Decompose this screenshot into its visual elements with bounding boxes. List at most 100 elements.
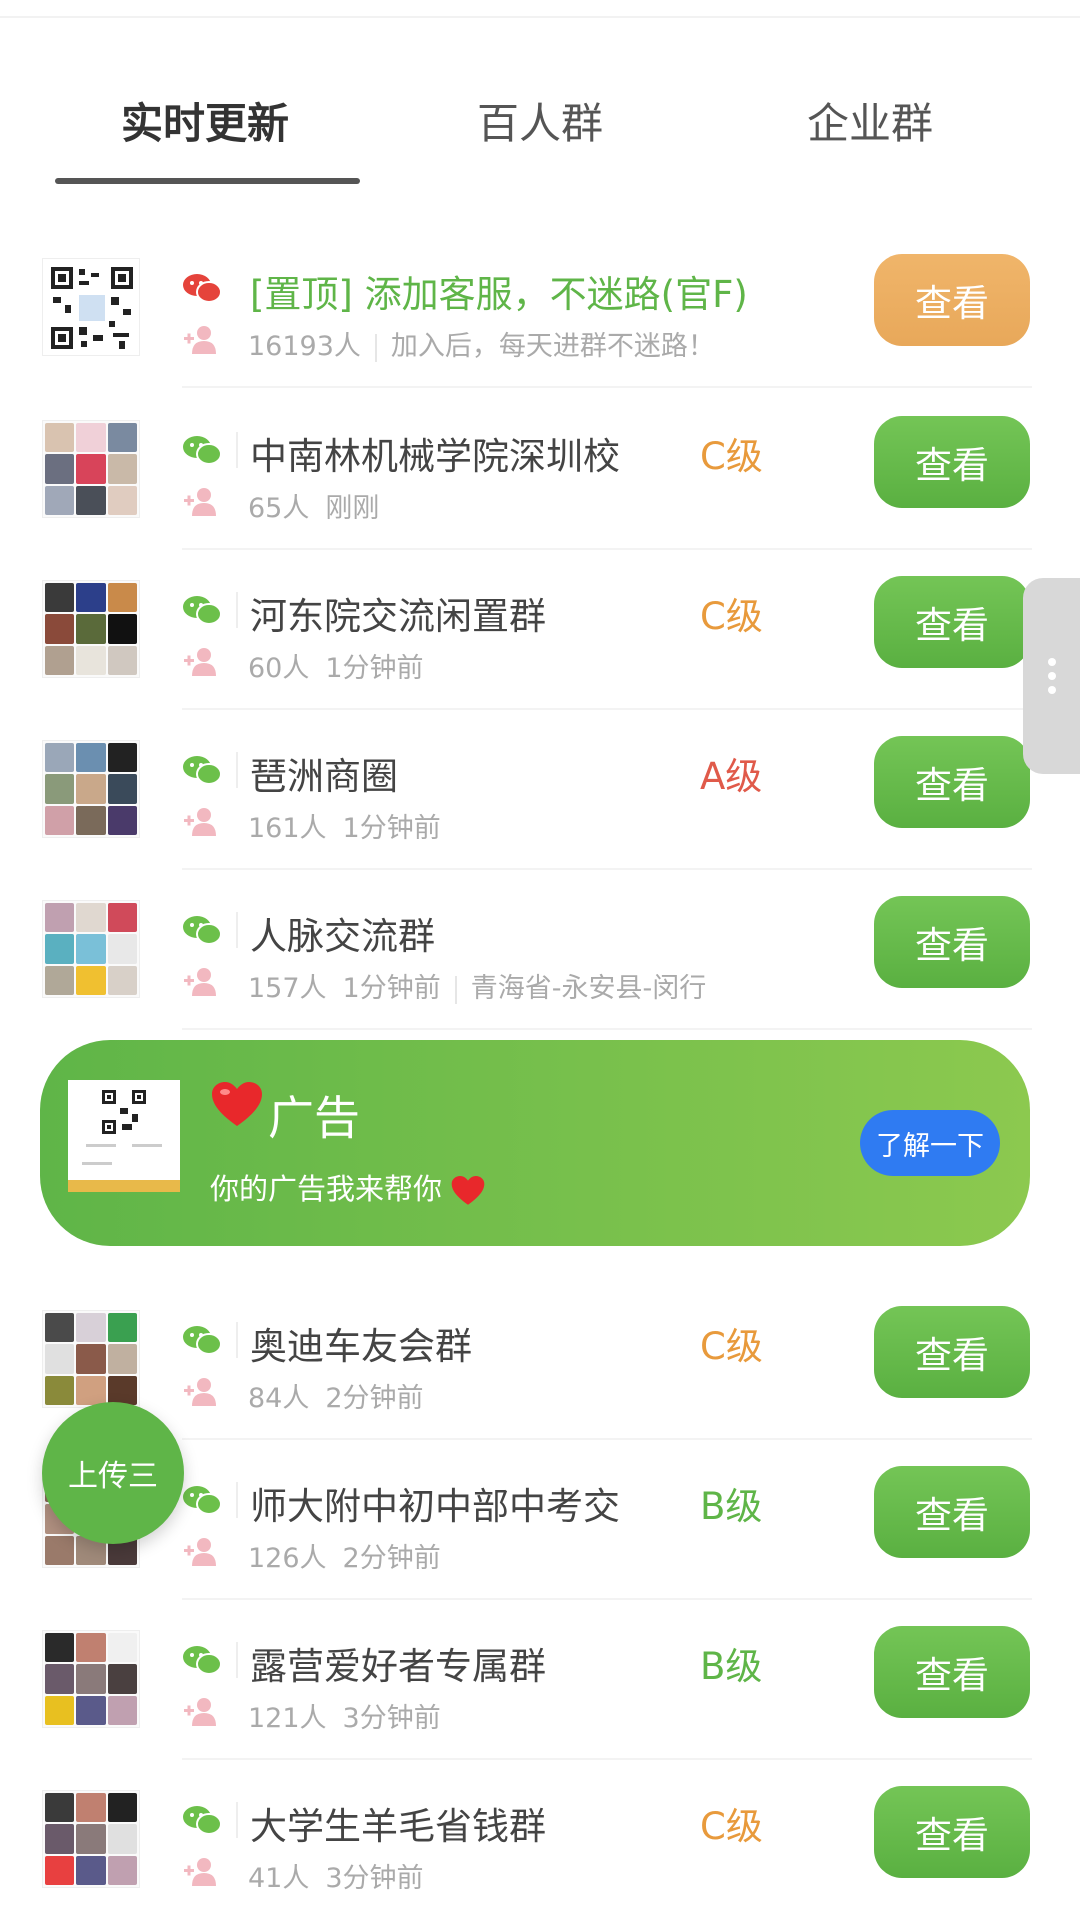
- group-row[interactable]: 琶洲商圈 A级 161人 1分钟前 查看: [0, 710, 1080, 870]
- group-meta: 60人 1分钟前: [248, 646, 424, 685]
- tab-hundred-groups[interactable]: 百人群: [375, 90, 705, 151]
- separator: [236, 1642, 238, 1678]
- tab-bar: 实时更新 百人群 企业群: [0, 70, 1080, 190]
- pinned-group-name: [置顶] 添加客服，不迷路(官F): [250, 273, 748, 316]
- separator: [236, 1802, 238, 1838]
- update-time: 1分钟前: [342, 973, 441, 1004]
- separator: [236, 752, 238, 788]
- member-count: 157人: [248, 973, 327, 1004]
- group-avatar: [42, 1790, 140, 1888]
- group-row[interactable]: 奥迪车友会群 C级 84人 2分钟前 查看: [0, 1280, 1080, 1440]
- group-level: B级: [700, 1645, 763, 1688]
- qr-code-icon: [42, 258, 140, 356]
- group-row[interactable]: 露营爱好者专属群 B级 121人 3分钟前 查看: [0, 1600, 1080, 1760]
- add-user-icon: [184, 1698, 216, 1726]
- ad-subtitle-text: 你的广告我来帮你: [210, 1172, 443, 1206]
- separator: [236, 912, 238, 948]
- heart-icon: [451, 1176, 485, 1205]
- add-user-icon: [184, 1858, 216, 1886]
- group-meta: 84人 2分钟前: [248, 1376, 424, 1415]
- wechat-icon: [183, 274, 222, 303]
- separator: [236, 1482, 238, 1518]
- group-avatar: [42, 740, 140, 838]
- add-user-icon: [184, 808, 216, 836]
- update-time: 2分钟前: [325, 1383, 424, 1414]
- view-button[interactable]: 查看: [874, 896, 1030, 988]
- pinned-description: 加入后，每天进群不迷路！: [390, 331, 715, 362]
- group-meta: 126人 2分钟前: [248, 1536, 441, 1575]
- update-time: 1分钟前: [325, 653, 424, 684]
- update-time: 3分钟前: [325, 1863, 424, 1894]
- side-drawer-handle[interactable]: [1023, 578, 1080, 774]
- ad-subtitle: 你的广告我来帮你: [210, 1166, 485, 1208]
- group-meta: 121人 3分钟前: [248, 1696, 441, 1735]
- wechat-icon: [183, 916, 222, 945]
- heart-icon: [212, 1082, 262, 1126]
- wechat-icon: [183, 1486, 222, 1515]
- add-user-icon: [184, 968, 216, 996]
- view-button[interactable]: 查看: [874, 1306, 1030, 1398]
- handle-dot: [1048, 686, 1056, 694]
- upload-fab-button[interactable]: 上传三: [42, 1402, 184, 1544]
- group-name: 露营爱好者专属群: [250, 1645, 546, 1688]
- group-level: C级: [700, 595, 763, 638]
- view-button[interactable]: 查看: [874, 1626, 1030, 1718]
- group-row[interactable]: 人脉交流群 157人 1分钟前 青海省-永安县-闵行 查看: [0, 870, 1080, 1030]
- group-name: 奥迪车友会群: [250, 1325, 472, 1368]
- member-count: 84人: [248, 1383, 310, 1414]
- add-user-icon: [184, 1378, 216, 1406]
- group-name: 河东院交流闲置群: [250, 595, 546, 638]
- tab-enterprise-groups[interactable]: 企业群: [705, 90, 1035, 151]
- group-name: 琶洲商圈: [250, 755, 398, 798]
- group-row[interactable]: 河东院交流闲置群 C级 60人 1分钟前 查看: [0, 550, 1080, 710]
- group-avatar: [42, 580, 140, 678]
- group-name: 师大附中初中部中考交: [250, 1485, 620, 1528]
- separator: [236, 1322, 238, 1358]
- pinned-group-meta: 16193人 加入后，每天进群不迷路！: [248, 324, 715, 363]
- pinned-group-row[interactable]: [置顶] 添加客服，不迷路(官F) 16193人 加入后，每天进群不迷路！ 查看: [0, 228, 1080, 388]
- member-count: 126人: [248, 1543, 327, 1574]
- group-avatar: [42, 1310, 140, 1408]
- top-divider: [0, 16, 1080, 18]
- view-button[interactable]: 查看: [874, 1786, 1030, 1878]
- member-count: 41人: [248, 1863, 310, 1894]
- row-divider: [182, 1028, 1032, 1030]
- group-level: B级: [700, 1485, 763, 1528]
- wechat-icon: [183, 596, 222, 625]
- group-row[interactable]: 中南林机械学院深圳校 C级 65人 刚刚 查看: [0, 390, 1080, 550]
- view-button[interactable]: 查看: [874, 1466, 1030, 1558]
- ad-banner[interactable]: 广告 你的广告我来帮你 了解一下: [40, 1040, 1030, 1246]
- tab-realtime[interactable]: 实时更新: [40, 90, 370, 151]
- wechat-icon: [183, 1326, 222, 1355]
- view-button[interactable]: 查看: [874, 254, 1030, 346]
- learn-more-button[interactable]: 了解一下: [860, 1110, 1000, 1176]
- group-meta: 157人 1分钟前 青海省-永安县-闵行: [248, 966, 706, 1005]
- wechat-icon: [183, 1806, 222, 1835]
- update-time: 1分钟前: [342, 813, 441, 844]
- group-level: C级: [700, 1325, 763, 1368]
- row-divider: [182, 386, 1032, 388]
- add-user-icon: [184, 648, 216, 676]
- member-count: 121人: [248, 1703, 327, 1734]
- handle-dot: [1048, 672, 1056, 680]
- group-avatar: [42, 900, 140, 998]
- view-button[interactable]: 查看: [874, 416, 1030, 508]
- group-name: 人脉交流群: [250, 915, 435, 958]
- wechat-icon: [183, 1646, 222, 1675]
- wechat-icon: [183, 756, 222, 785]
- add-user-icon: [184, 326, 216, 354]
- member-count: 16193人: [248, 331, 361, 362]
- group-level: C级: [700, 1805, 763, 1848]
- add-user-icon: [184, 1538, 216, 1566]
- group-meta: 161人 1分钟前: [248, 806, 441, 845]
- group-level: C级: [700, 435, 763, 478]
- ad-title: 广告: [268, 1091, 360, 1145]
- member-count: 161人: [248, 813, 327, 844]
- add-user-icon: [184, 488, 216, 516]
- group-level: A级: [700, 755, 763, 798]
- group-location: 青海省-永安县-闵行: [470, 973, 707, 1004]
- view-button[interactable]: 查看: [874, 576, 1030, 668]
- group-row[interactable]: 大学生羊毛省钱群 C级 41人 3分钟前 查看: [0, 1760, 1080, 1920]
- member-count: 65人: [248, 493, 310, 524]
- view-button[interactable]: 查看: [874, 736, 1030, 828]
